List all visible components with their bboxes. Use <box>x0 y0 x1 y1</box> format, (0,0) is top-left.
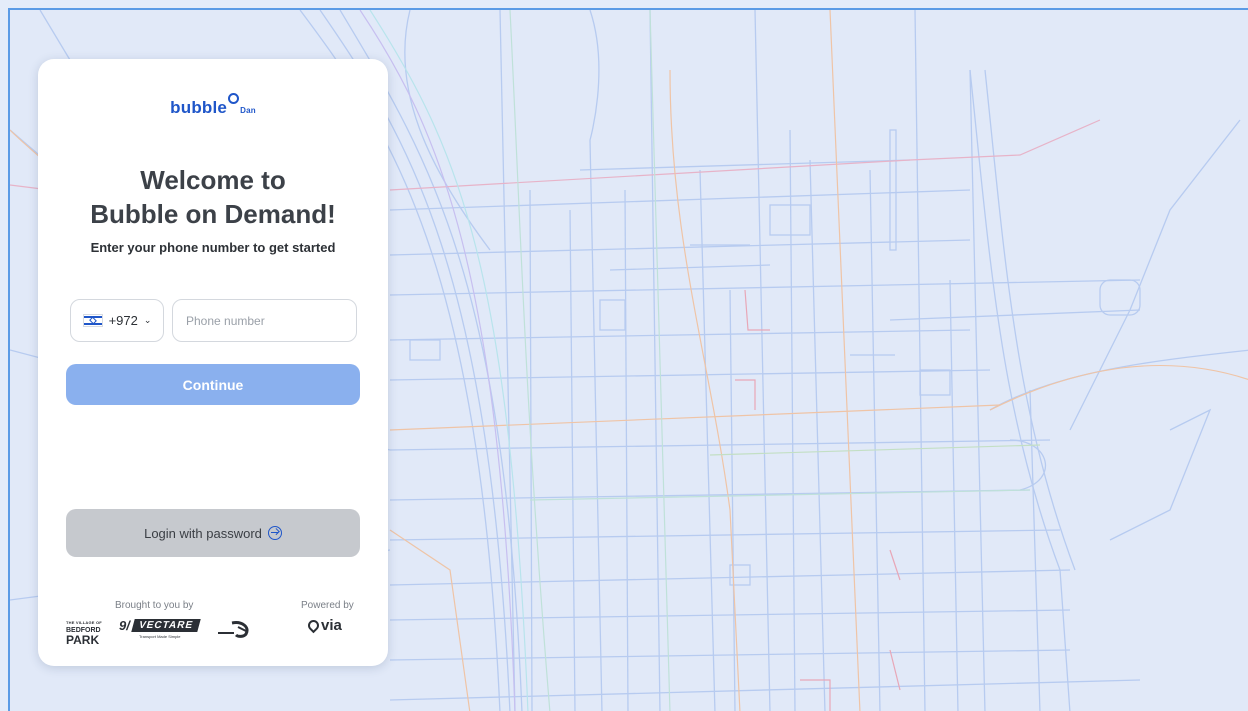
vectare-logo: 9/ VECTARE Transport Made Simple <box>119 618 201 639</box>
vectare-tagline: Transport Made Simple <box>139 634 181 639</box>
login-card <box>38 59 388 666</box>
israel-flag-icon <box>82 314 103 327</box>
powered-by: Powered by <box>301 600 354 611</box>
bedford-big: PARK <box>66 633 100 647</box>
page-title: Welcome to Bubble on Demand! <box>38 163 388 231</box>
login-with-password-button[interactable]: Login with password <box>66 509 360 557</box>
via-word: via <box>321 617 342 634</box>
logo-sub: Dan <box>240 106 256 115</box>
title-line-1: Welcome to <box>140 165 286 195</box>
login-with-password-label: Login with password <box>144 525 262 541</box>
login-arrow-icon <box>267 526 282 540</box>
country-code: +972 <box>108 313 138 328</box>
vectare-badge: VECTARE <box>131 619 201 632</box>
phone-number-input[interactable] <box>172 299 357 342</box>
bubble-ring-icon <box>228 93 240 104</box>
continue-button[interactable]: Continue <box>66 364 360 405</box>
logo-word: bubble <box>170 98 228 117</box>
page-subtitle: Enter your phone number to get started <box>90 240 336 255</box>
bedford-park-logo: THE VILLAGE OF BEDFORD PARK <box>66 619 106 646</box>
metra-logo-icon <box>218 621 249 638</box>
bubble-logo: bubble Dan <box>38 93 388 118</box>
via-pin-icon <box>305 617 322 634</box>
via-logo: via <box>305 617 342 634</box>
brought-to-you-by: Brought to you by <box>115 600 194 611</box>
bedford-small: THE VILLAGE OF <box>66 620 102 625</box>
title-line-2: Bubble on Demand! <box>90 199 336 229</box>
country-code-select[interactable]: +972 ⌄ <box>70 299 164 342</box>
vectare-mark-icon: 9/ <box>119 618 130 633</box>
chevron-down-icon: ⌄ <box>143 315 152 325</box>
